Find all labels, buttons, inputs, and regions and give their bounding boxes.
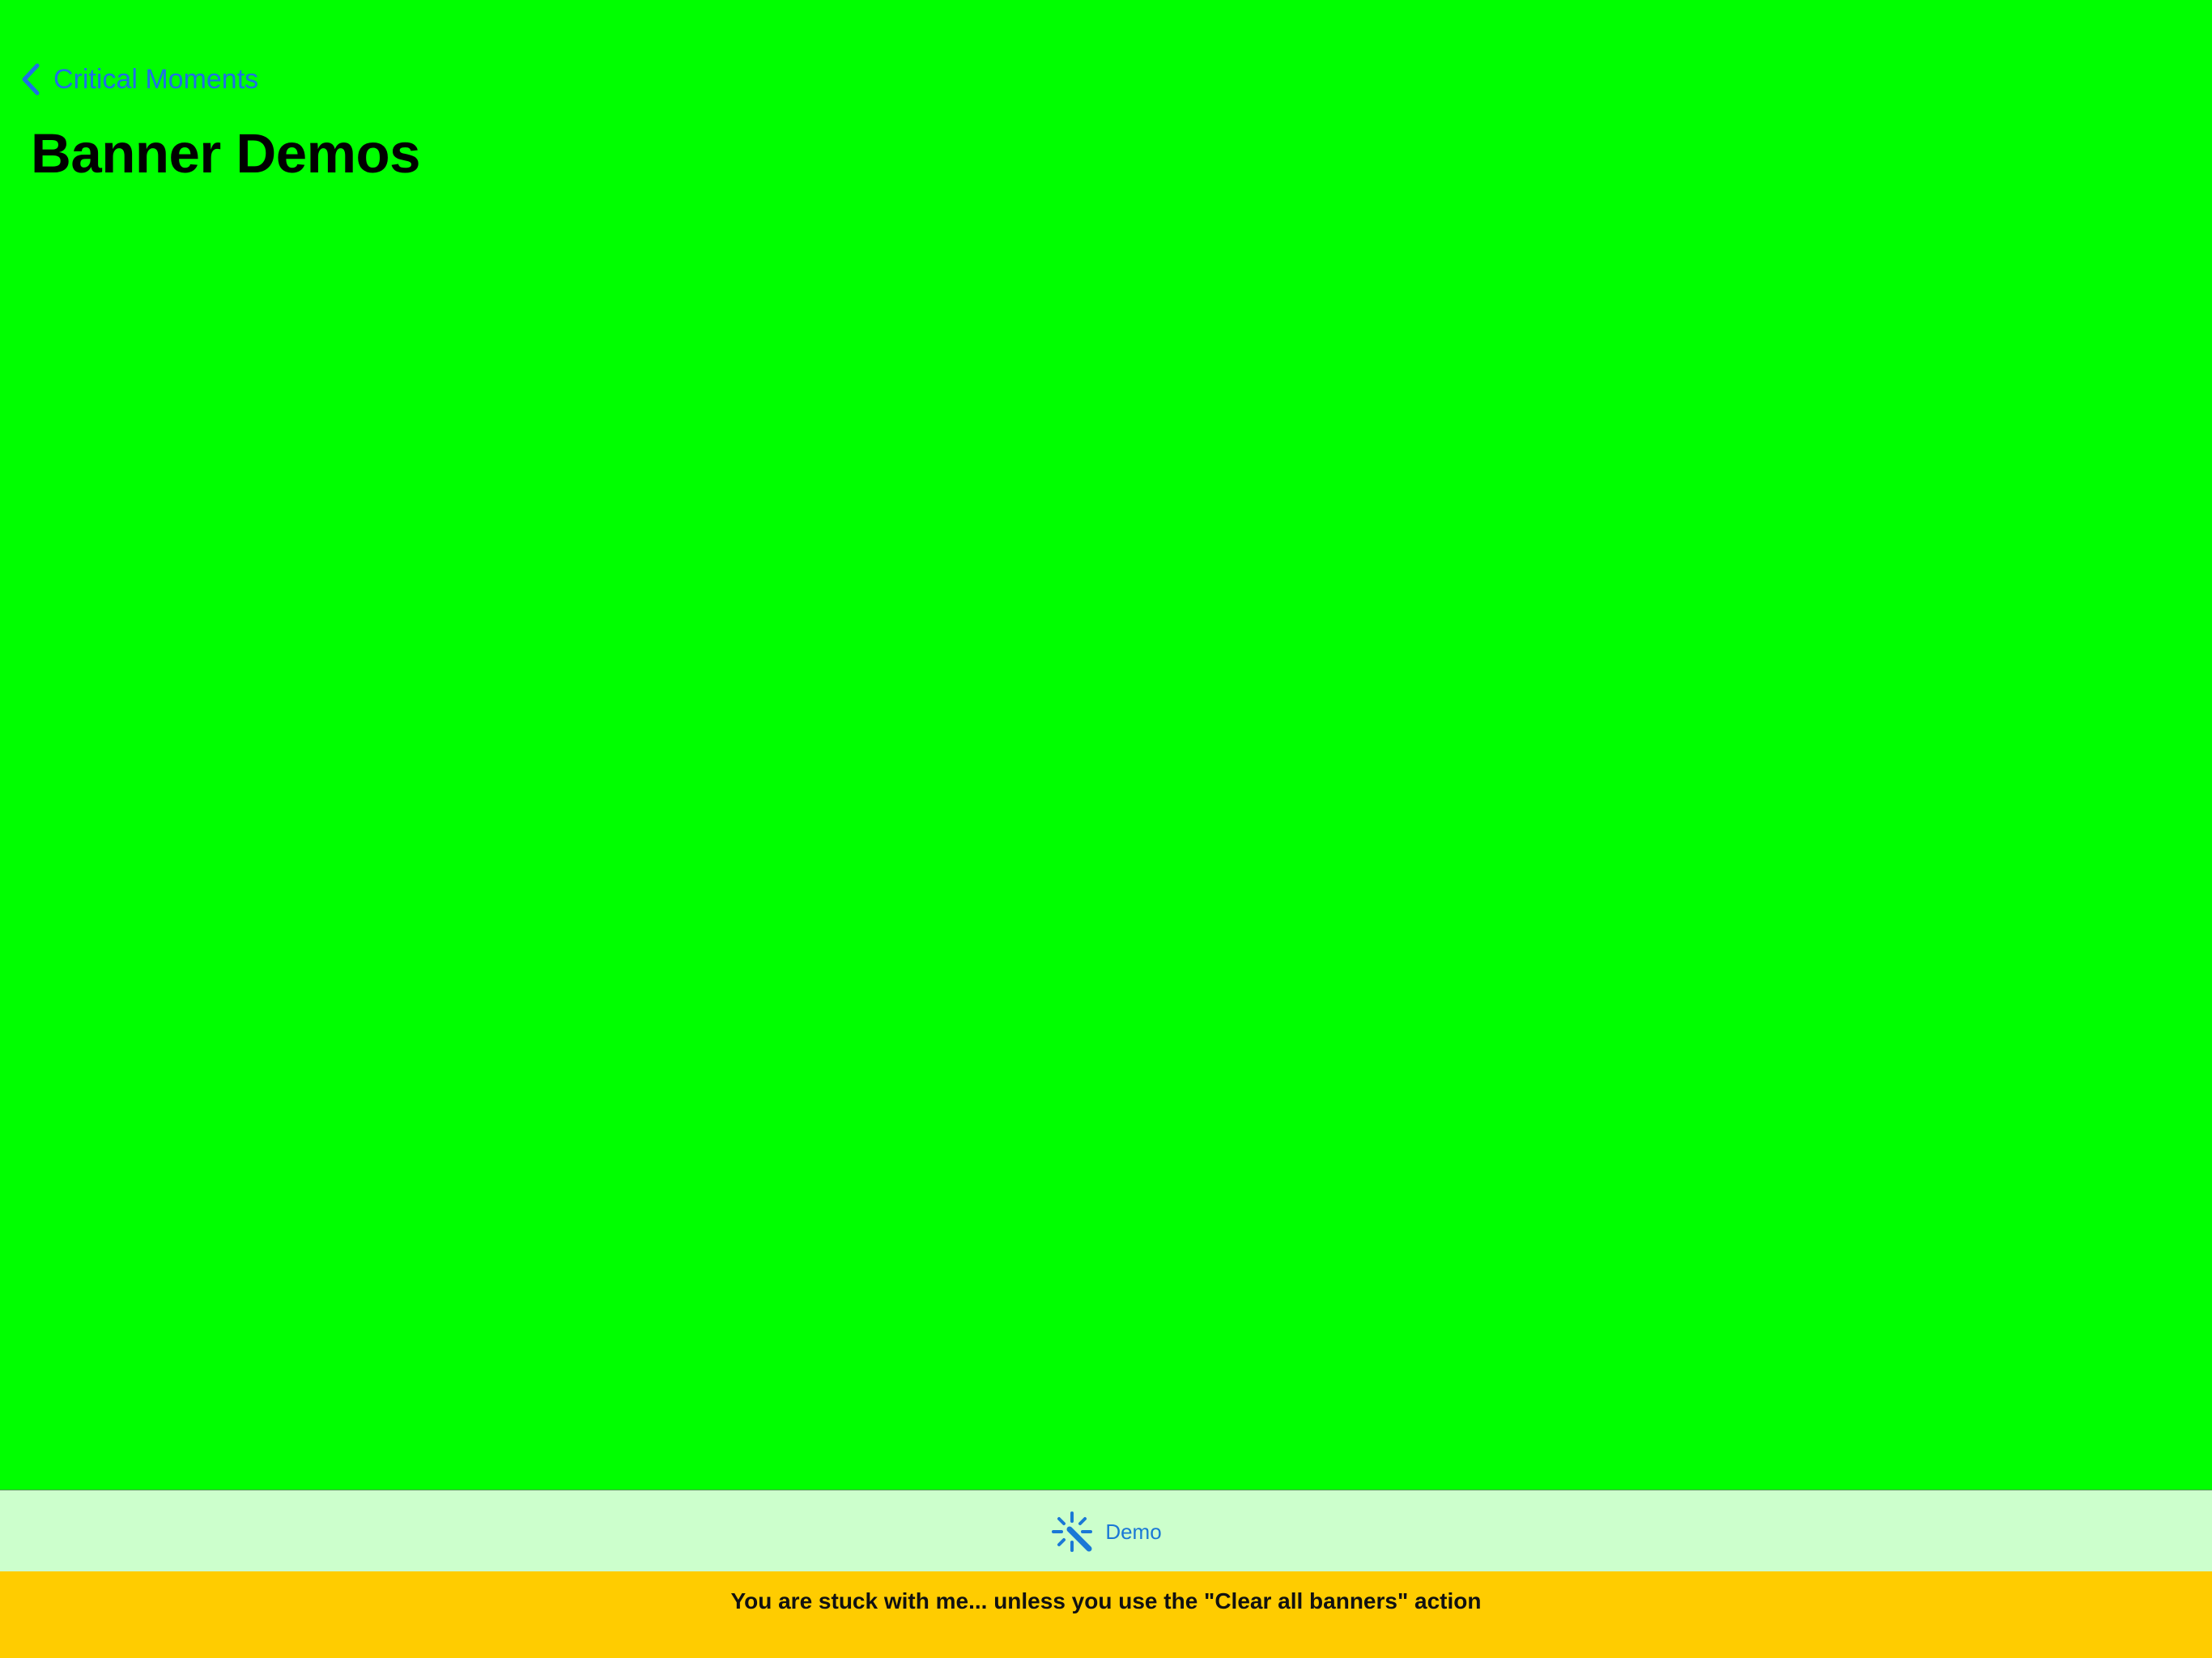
back-button[interactable]: Critical Moments [19,58,258,100]
chevron-left-icon [22,63,40,96]
tab-bar: Demo [0,1490,2212,1572]
back-button-label: Critical Moments [53,64,259,95]
banner: You are stuck with me... unless you use … [0,1571,2212,1658]
tab-demo-label: Demo [1105,1519,1162,1544]
tab-demo[interactable]: Demo [1050,1510,1162,1554]
banner-message: You are stuck with me... unless you use … [730,1588,1482,1613]
wand-sparkles-icon [1052,1511,1093,1552]
page-title: Banner Demos [31,122,420,185]
